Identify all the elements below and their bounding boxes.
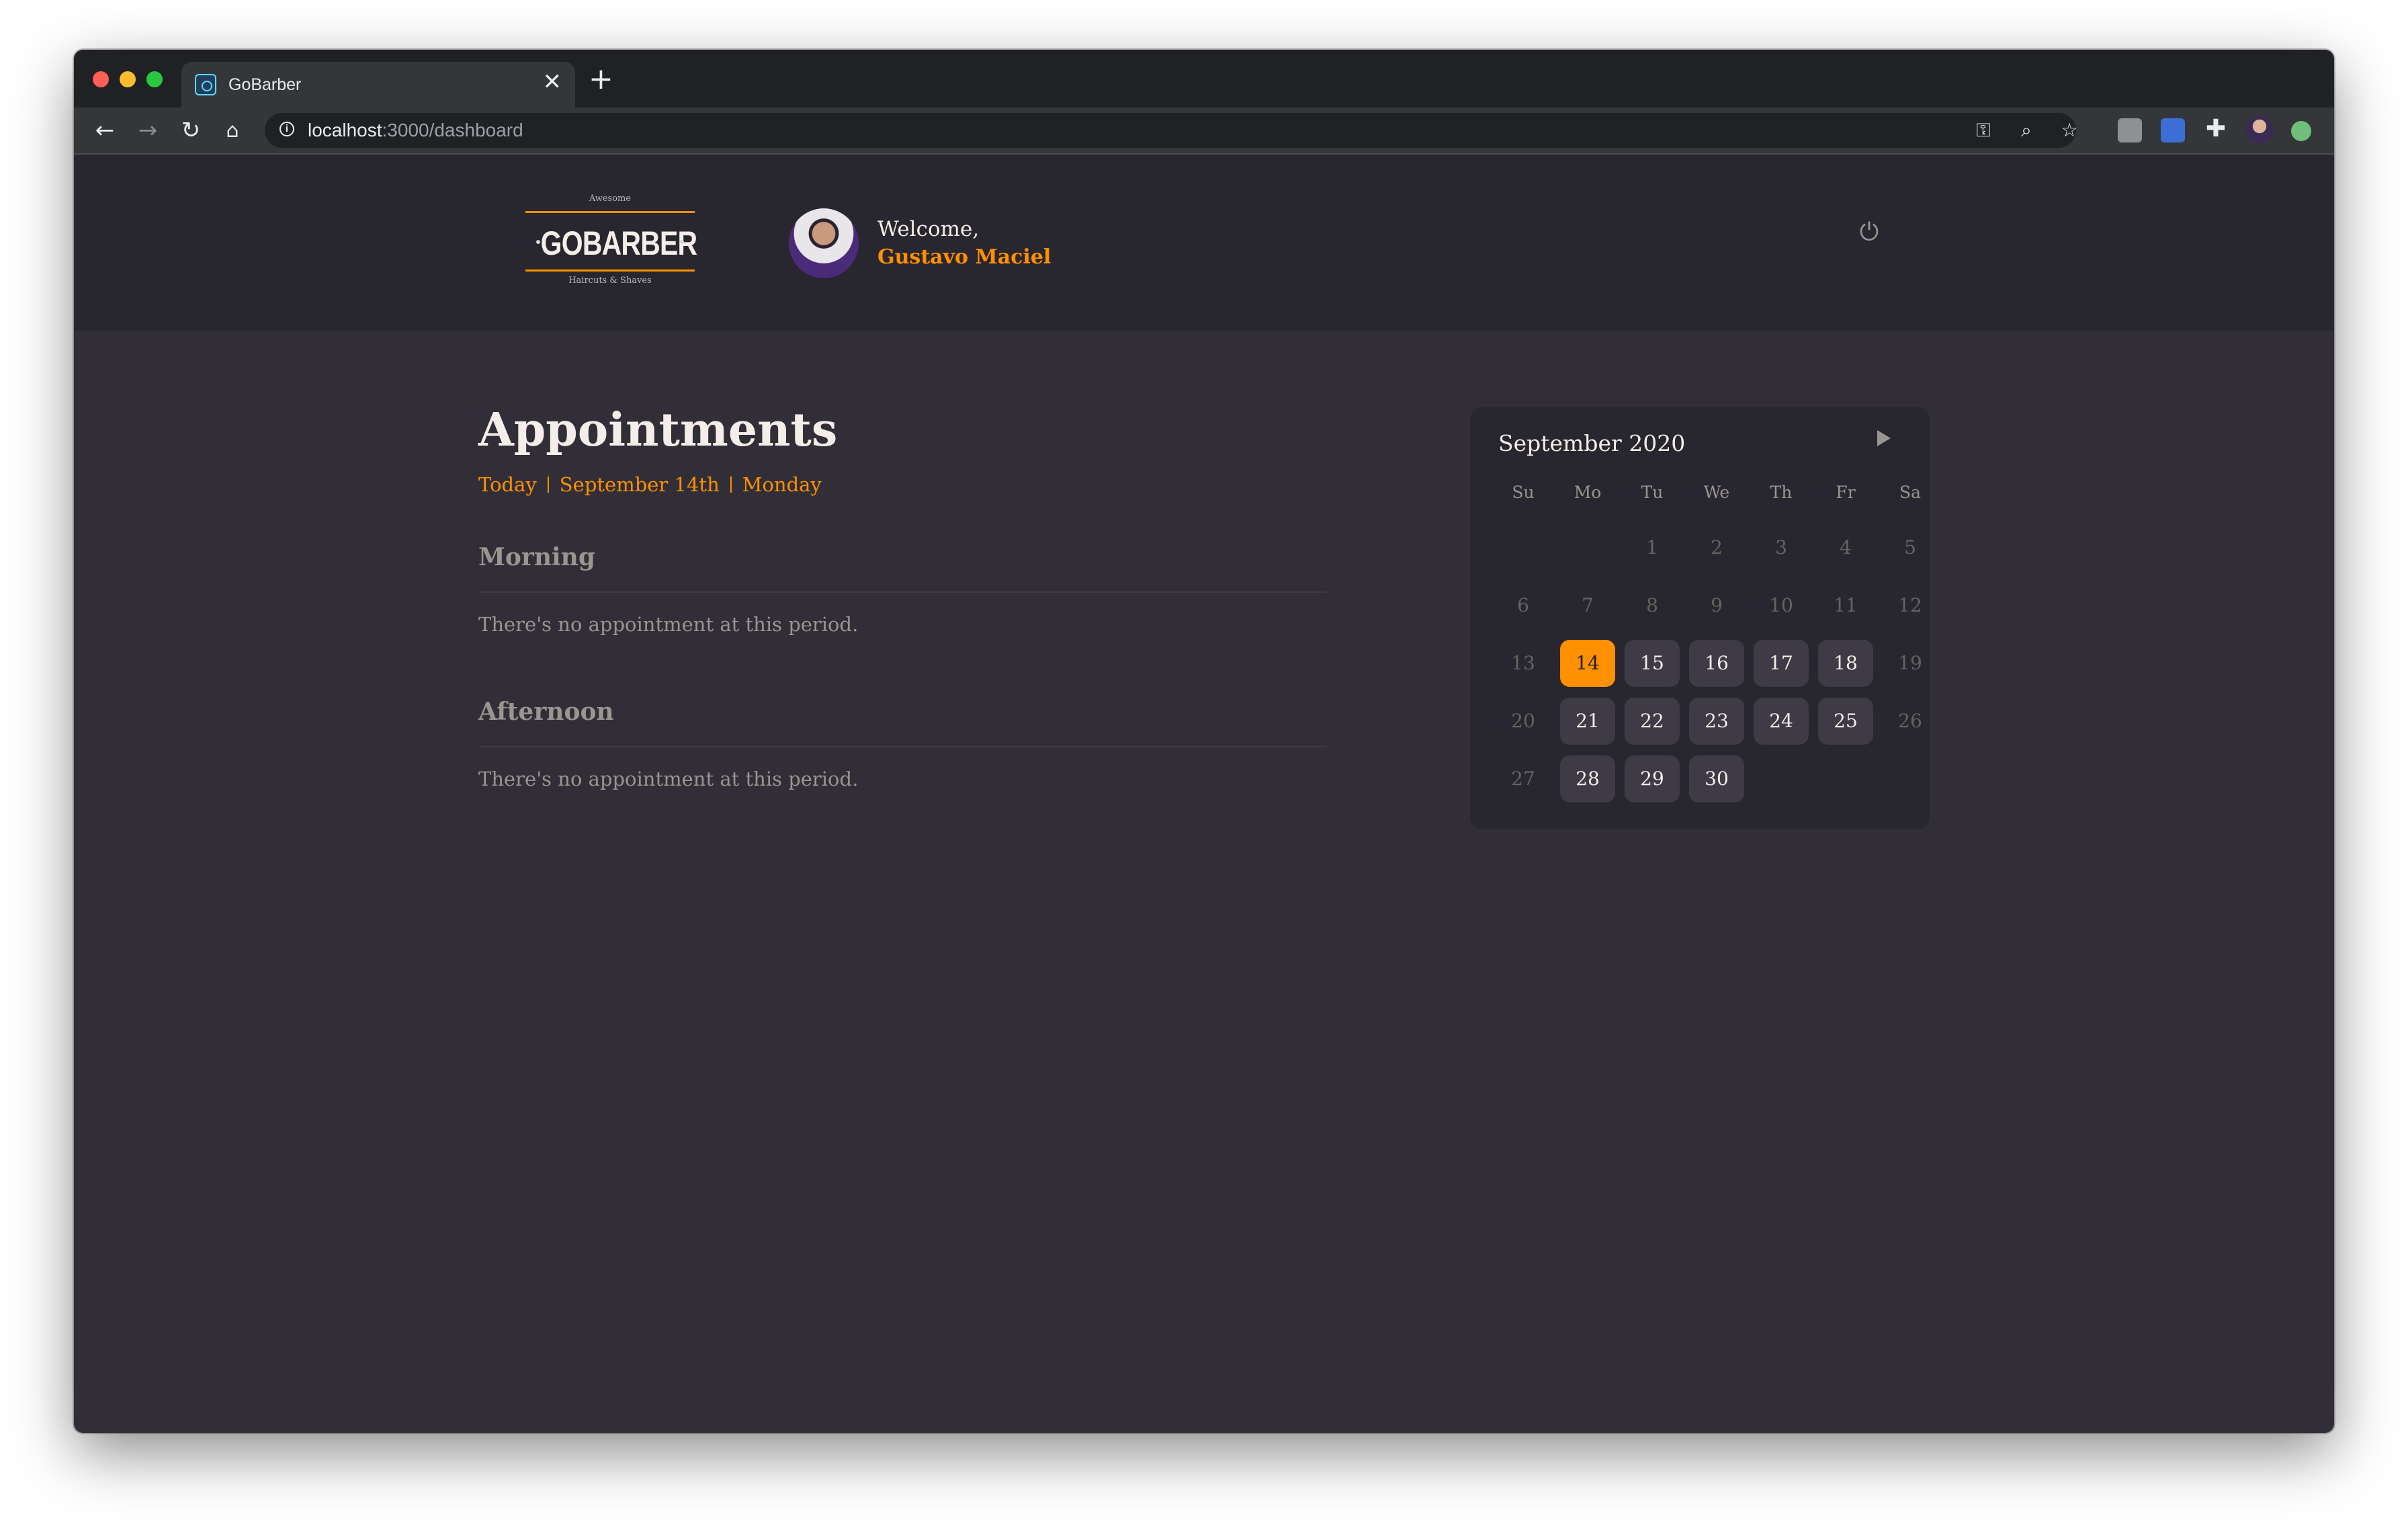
blue-extension-icon[interactable] bbox=[2161, 118, 2185, 142]
app-content: Awesome GOBARBER Haircuts & Shaves Welco… bbox=[74, 155, 2334, 1433]
weekday-label: Tu bbox=[1641, 483, 1664, 502]
minimize-window-button[interactable] bbox=[120, 71, 136, 87]
tab-close-icon[interactable]: ✕ bbox=[543, 71, 562, 93]
calendar-day: 9 bbox=[1711, 594, 1723, 616]
calendar-day: 8 bbox=[1646, 594, 1658, 616]
calendar-day: 13 bbox=[1511, 652, 1535, 674]
new-tab-button[interactable]: + bbox=[589, 65, 613, 94]
browser-tab[interactable]: GoBarber ✕ bbox=[181, 62, 575, 108]
calendar-day: 6 bbox=[1517, 594, 1529, 616]
reload-icon[interactable]: ↻ bbox=[175, 114, 207, 147]
next-month-icon[interactable] bbox=[1877, 430, 1891, 446]
calendar-day[interactable]: 30 bbox=[1689, 755, 1744, 802]
date-label: September 14th bbox=[559, 473, 720, 496]
url-path: :3000/dashboard bbox=[382, 120, 523, 140]
section-title-afternoon: Afternoon bbox=[478, 698, 614, 726]
calendar-day: 4 bbox=[1840, 536, 1852, 558]
weekday-label: Fr bbox=[1836, 483, 1856, 502]
calendar-day: 5 bbox=[1904, 536, 1916, 558]
bookmark-star-icon[interactable]: ☆ bbox=[2056, 117, 2083, 144]
maximize-window-button[interactable] bbox=[146, 71, 163, 87]
welcome-block: Welcome, Gustavo Maciel bbox=[877, 215, 1051, 272]
welcome-label: Welcome, bbox=[877, 217, 980, 241]
calendar-day[interactable]: 28 bbox=[1560, 755, 1615, 802]
calendar-day[interactable]: 29 bbox=[1625, 755, 1680, 802]
logo-main-text: GOBARBER bbox=[540, 224, 697, 262]
calendar-day[interactable]: 18 bbox=[1818, 640, 1873, 687]
calendar-day: 20 bbox=[1511, 710, 1535, 732]
calendar-day: 10 bbox=[1769, 594, 1793, 616]
calendar-day: 27 bbox=[1511, 768, 1535, 790]
sync-status-icon[interactable] bbox=[2291, 121, 2311, 141]
app-header: Awesome GOBARBER Haircuts & Shaves Welco… bbox=[74, 155, 2334, 331]
calendar-day: 7 bbox=[1582, 594, 1594, 616]
calendar-day[interactable]: 17 bbox=[1754, 640, 1809, 687]
code-extension-icon[interactable] bbox=[2118, 118, 2142, 142]
empty-message-afternoon: There's no appointment at this period. bbox=[478, 768, 859, 790]
close-window-button[interactable] bbox=[93, 71, 109, 87]
calendar: September 2020 Su Mo Tu We Th Fr Sa 1 2 3 4 5 6 7 8 9 10… bbox=[1470, 407, 1930, 829]
logo-frame: GOBARBER bbox=[525, 211, 697, 272]
calendar-day[interactable]: 15 bbox=[1625, 640, 1680, 687]
date-separator bbox=[547, 477, 549, 493]
calendar-day: 11 bbox=[1834, 594, 1858, 616]
browser-window: GoBarber ✕ + ← → ↻ ⌂ i localhost:3000/da… bbox=[74, 50, 2334, 1433]
user-avatar[interactable] bbox=[789, 208, 859, 278]
gobarber-logo: Awesome GOBARBER Haircuts & Shaves bbox=[525, 190, 697, 290]
home-icon[interactable]: ⌂ bbox=[216, 114, 249, 147]
calendar-day[interactable]: 24 bbox=[1754, 698, 1809, 745]
power-logout-icon[interactable]: ⏻ bbox=[1857, 220, 1881, 245]
forward-arrow-icon[interactable]: → bbox=[132, 114, 164, 147]
url-host: localhost bbox=[308, 120, 382, 140]
tab-title: GoBarber bbox=[228, 75, 302, 94]
section-title-morning: Morning bbox=[478, 543, 596, 571]
page-title: Appointments bbox=[478, 403, 838, 457]
calendar-day: 1 bbox=[1646, 536, 1658, 558]
zoom-icon[interactable]: ⌕ bbox=[2013, 117, 2040, 144]
logo-dot-right bbox=[680, 240, 684, 244]
logo-top-text: Awesome bbox=[589, 194, 632, 204]
calendar-day: 19 bbox=[1898, 652, 1922, 674]
url-text: localhost:3000/dashboard bbox=[308, 120, 523, 141]
calendar-caption: September 2020 bbox=[1498, 430, 1686, 456]
key-icon[interactable]: ⚿ bbox=[1970, 117, 1997, 144]
calendar-day[interactable]: 25 bbox=[1818, 698, 1873, 745]
calendar-day: 26 bbox=[1898, 710, 1922, 732]
calendar-day[interactable]: 14 bbox=[1560, 640, 1615, 687]
react-favicon-icon bbox=[195, 74, 216, 95]
calendar-day[interactable]: 22 bbox=[1625, 698, 1680, 745]
weekday-label: Mo bbox=[1574, 483, 1602, 502]
section-divider bbox=[478, 746, 1326, 747]
date-separator bbox=[730, 477, 732, 493]
calendar-day[interactable]: 23 bbox=[1689, 698, 1744, 745]
logo-dot-left bbox=[536, 240, 540, 244]
section-divider bbox=[478, 591, 1326, 593]
browser-toolbar: ← → ↻ ⌂ i localhost:3000/dashboard ⚿ ⌕ ☆… bbox=[74, 108, 2334, 155]
extensions-puzzle-icon[interactable]: ✚ bbox=[2202, 116, 2229, 142]
calendar-day: 12 bbox=[1898, 594, 1922, 616]
today-label: Today bbox=[478, 473, 537, 496]
calendar-day: 3 bbox=[1775, 536, 1787, 558]
site-info-icon[interactable]: i bbox=[280, 122, 294, 136]
address-bar[interactable]: i localhost:3000/dashboard ⚿ ⌕ ☆ bbox=[265, 113, 2078, 148]
back-arrow-icon[interactable]: ← bbox=[89, 114, 121, 147]
weekday-label: Monday bbox=[742, 473, 822, 496]
empty-message-morning: There's no appointment at this period. bbox=[478, 613, 859, 636]
logo-bottom-text: Haircuts & Shaves bbox=[568, 276, 652, 286]
browser-titlebar: GoBarber ✕ + bbox=[74, 50, 2334, 108]
weekday-label: Su bbox=[1512, 483, 1535, 502]
calendar-day[interactable]: 21 bbox=[1560, 698, 1615, 745]
weekday-label: Th bbox=[1770, 483, 1793, 502]
calendar-day[interactable]: 16 bbox=[1689, 640, 1744, 687]
weekday-label: We bbox=[1703, 483, 1730, 502]
date-line: Today September 14th Monday bbox=[478, 473, 822, 496]
profile-avatar-icon[interactable] bbox=[2245, 116, 2274, 144]
weekday-label: Sa bbox=[1899, 483, 1922, 502]
calendar-day: 2 bbox=[1711, 536, 1723, 558]
user-name-link[interactable]: Gustavo Maciel bbox=[877, 243, 1051, 272]
